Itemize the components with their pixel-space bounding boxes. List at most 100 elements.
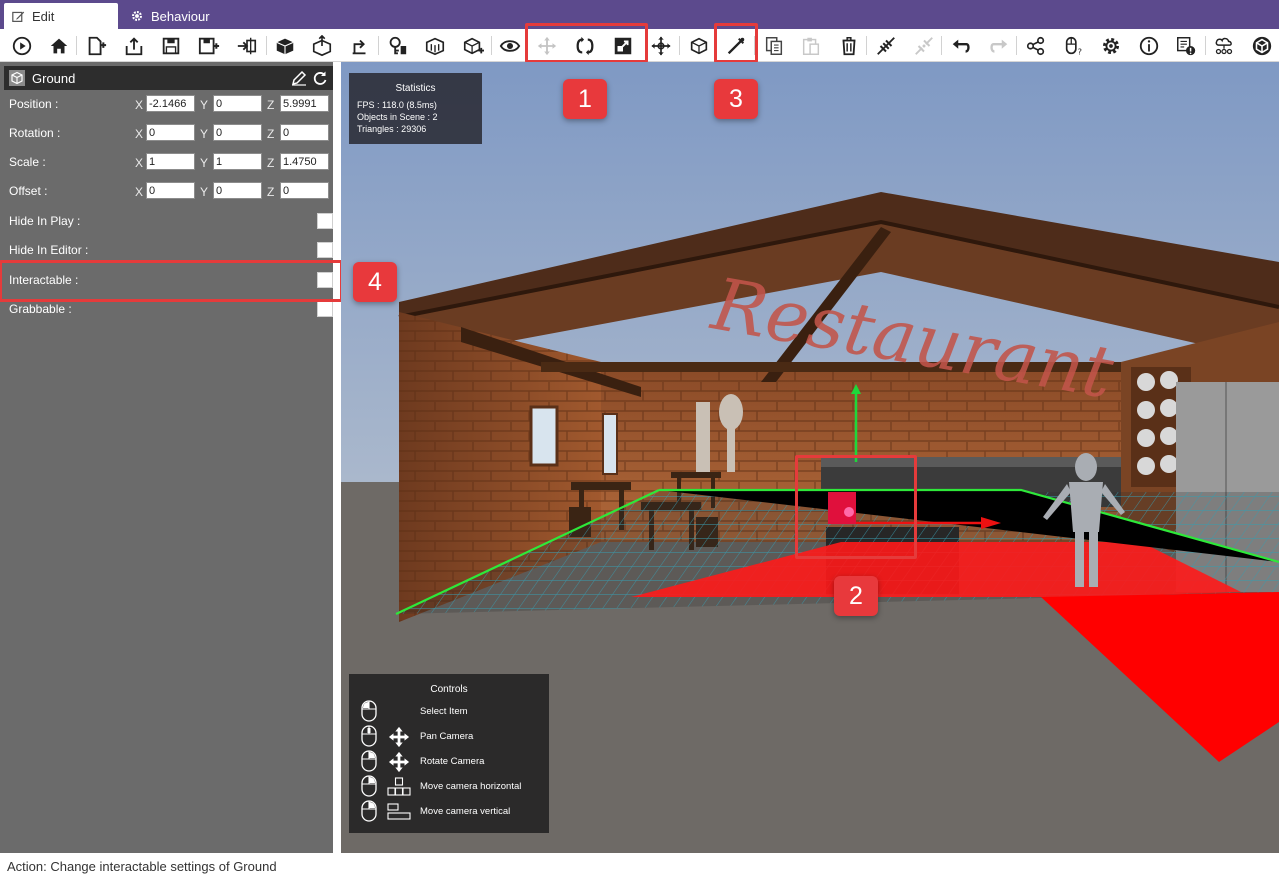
statistics-panel: Statistics FPS : 118.0 (8.5ms) Objects i… <box>349 73 482 144</box>
tab-edit[interactable]: Edit <box>4 3 118 29</box>
rotation-y-input[interactable] <box>213 124 262 141</box>
copy-button[interactable] <box>760 32 787 59</box>
toolbar-separator <box>1016 36 1017 55</box>
scale-y-input[interactable] <box>213 153 262 170</box>
settings-button[interactable] <box>1097 32 1124 59</box>
toolbar-separator <box>491 36 492 55</box>
add-object-button[interactable] <box>459 32 486 59</box>
position-x-input[interactable] <box>146 95 195 112</box>
hide-in-editor-checkbox[interactable] <box>317 242 333 258</box>
undo-button[interactable] <box>947 32 974 59</box>
control-move-horizontal: Move camera horizontal <box>361 775 546 799</box>
move-tool-button[interactable] <box>533 32 560 59</box>
scale-z-input[interactable] <box>280 153 329 170</box>
control-move-vertical: Move camera vertical <box>361 800 546 824</box>
delete-button[interactable] <box>835 32 862 59</box>
control-rotate-camera-label: Rotate Camera <box>420 756 485 767</box>
offset-z-input[interactable] <box>280 182 329 199</box>
import-button[interactable] <box>233 32 260 59</box>
offset-z-label: Z <box>267 185 275 199</box>
rotation-x-input[interactable] <box>146 124 195 141</box>
position-z-input[interactable] <box>280 95 329 112</box>
interactable-checkbox[interactable] <box>317 272 333 288</box>
position-z-label: Z <box>267 98 275 112</box>
position-y-input[interactable] <box>213 95 262 112</box>
save-as-button[interactable] <box>195 32 222 59</box>
package-icon <box>276 38 293 54</box>
scene-viewport[interactable]: Restaurant Statistics FPS: 118.0 (8.5ms… <box>341 62 1279 853</box>
annotation-marker-1: 1 <box>563 79 607 119</box>
annotation-marker-4: 4 <box>353 262 397 302</box>
rotation-row: Rotation : X Y Z <box>4 119 334 148</box>
scale-row: Scale : X Y Z <box>4 148 334 177</box>
report-button[interactable] <box>1172 32 1199 59</box>
mouse-left-click-icon <box>361 700 377 722</box>
new-scene-button[interactable] <box>82 32 109 59</box>
scale-z-label: Z <box>267 156 275 170</box>
paste-button[interactable] <box>797 32 824 59</box>
home-button[interactable] <box>45 32 72 59</box>
play-button[interactable] <box>8 32 35 59</box>
tab-edit-label: Edit <box>32 8 55 24</box>
paste-icon <box>802 37 819 55</box>
play-icon <box>12 36 31 55</box>
inspector-panel: Ground Position : X Y Z Rotation : X Y Z… <box>0 62 343 853</box>
unity-logo-button[interactable] <box>1248 32 1275 59</box>
scale-tool-button[interactable] <box>609 32 636 59</box>
export-button[interactable] <box>308 32 335 59</box>
visibility-button[interactable] <box>496 32 523 59</box>
hide-in-play-checkbox[interactable] <box>317 213 333 229</box>
tab-behaviour[interactable]: Behaviour <box>128 3 248 29</box>
toolbar-separator <box>941 36 942 55</box>
scale-label: Scale : <box>9 155 46 169</box>
scale-x-input[interactable] <box>146 153 195 170</box>
link-button[interactable] <box>872 32 899 59</box>
info-icon <box>1139 36 1158 55</box>
toolbar-separator <box>1205 36 1206 55</box>
publish-button[interactable] <box>346 32 373 59</box>
position-y-label: Y <box>200 98 209 112</box>
mouse-right-click-icon <box>361 800 377 822</box>
toolbar: ? <box>0 23 1279 63</box>
grabbable-checkbox[interactable] <box>317 301 333 317</box>
offset-y-input[interactable] <box>213 182 262 199</box>
scale-y-label: Y <box>200 156 209 170</box>
tab-bar: Edit Behaviour <box>0 0 1279 29</box>
delete-icon <box>842 36 855 55</box>
export-icon <box>312 34 331 56</box>
info-button[interactable] <box>1135 32 1162 59</box>
mouse-help-button[interactable]: ? <box>1060 32 1087 59</box>
interaction-tool-button[interactable] <box>722 32 749 59</box>
open-scene-button[interactable] <box>120 32 147 59</box>
interactable-label: Interactable : <box>9 273 79 287</box>
object-mode-button[interactable] <box>685 32 712 59</box>
annotation-marker-2: 2 <box>834 576 878 616</box>
controls-panel: Controls Select Item Pan Camera Rotate C… <box>349 674 549 833</box>
redo-button[interactable] <box>985 32 1012 59</box>
control-select-item-label: Select Item <box>420 706 468 717</box>
open-scene-icon <box>125 36 142 55</box>
pivot-button[interactable] <box>647 32 674 59</box>
asset-store-button[interactable] <box>421 32 448 59</box>
reset-icon[interactable] <box>312 70 328 86</box>
login-button[interactable] <box>383 32 410 59</box>
offset-label: Offset : <box>9 184 48 198</box>
unlink-button[interactable] <box>910 32 937 59</box>
scale-tool-icon <box>614 37 631 54</box>
objects-count-text: Objects in Scene : 2 <box>357 112 438 122</box>
move-arrows-icon <box>388 726 410 748</box>
offset-x-input[interactable] <box>146 182 195 199</box>
rotation-z-input[interactable] <box>280 124 329 141</box>
app-window: Edit Behaviour ? Ground Position: X -2.… <box>0 0 1279 878</box>
statistics-title: Statistics <box>395 83 436 94</box>
rotate-tool-button[interactable] <box>571 32 598 59</box>
object-name: Ground <box>32 70 76 86</box>
save-button[interactable] <box>157 32 184 59</box>
package-button[interactable] <box>271 32 298 59</box>
rename-icon[interactable] <box>291 70 307 86</box>
network-button[interactable] <box>1210 32 1237 59</box>
move-tool-icon <box>537 36 556 55</box>
share-button[interactable] <box>1022 32 1049 59</box>
shift-space-keys-icon <box>387 803 411 820</box>
position-x-label: X <box>135 98 144 112</box>
